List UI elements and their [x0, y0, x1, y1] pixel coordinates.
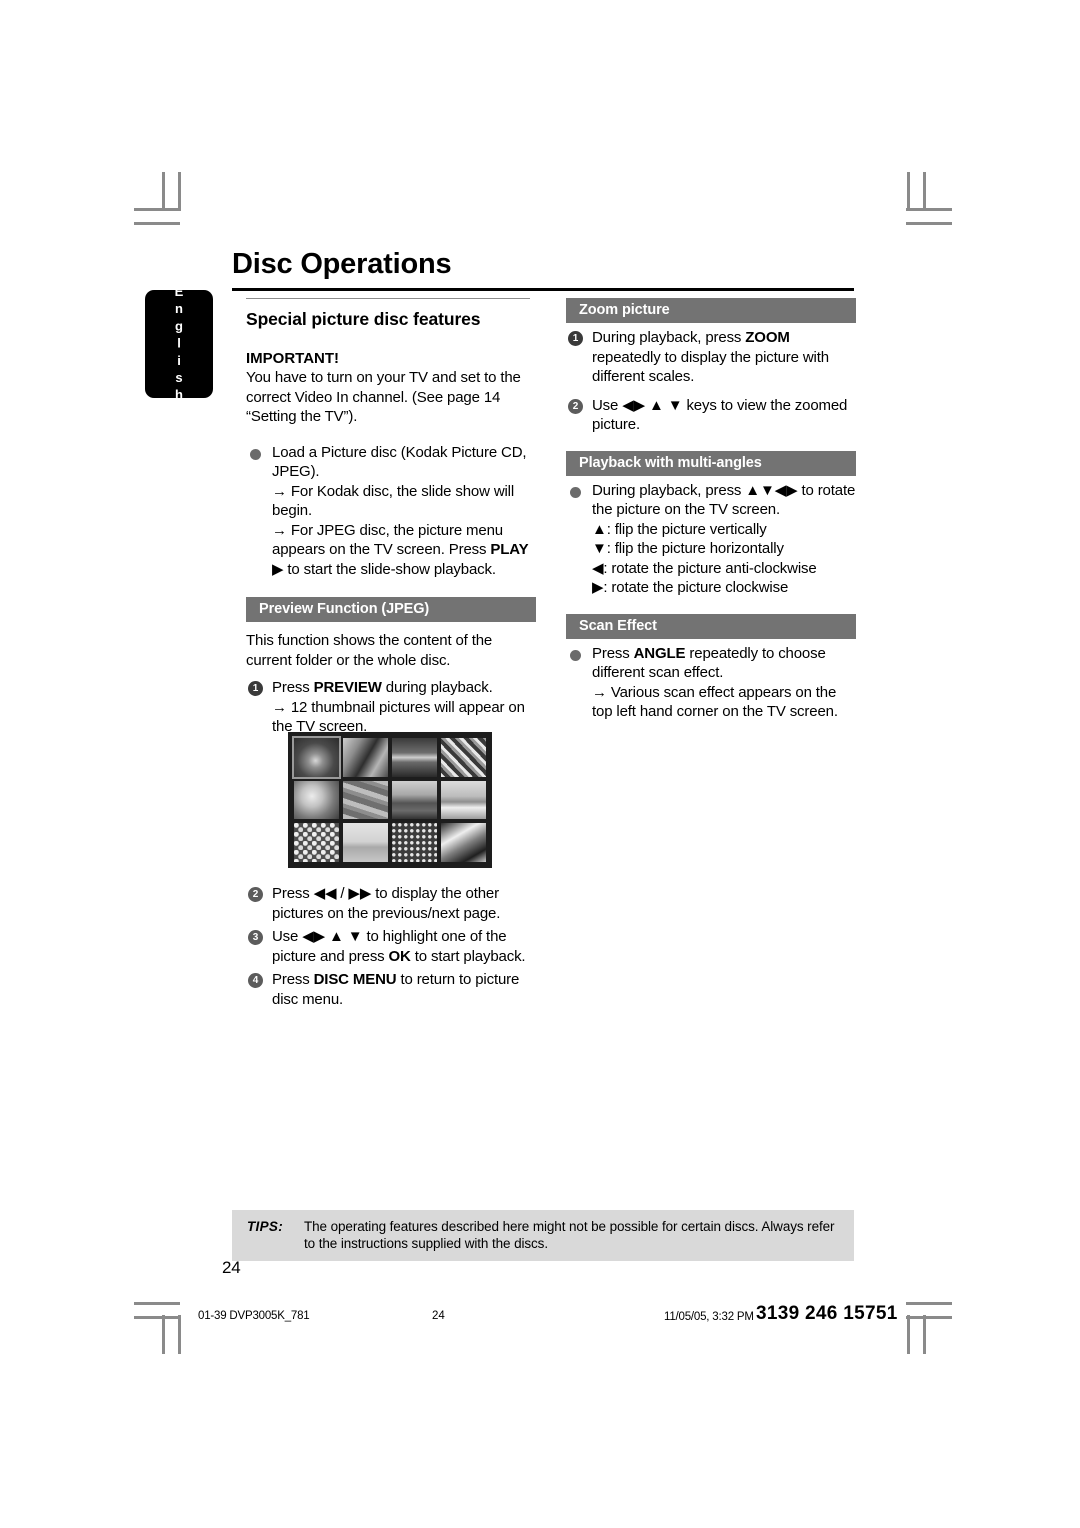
- printer-footer-code: 3139 246 15751: [756, 1303, 898, 1324]
- multi-angles-line-down: ▼: flip the picture horizontally: [592, 540, 784, 557]
- thumbnail-item: [343, 738, 388, 777]
- thumbnail-grid-screenshot: [288, 732, 492, 868]
- thumbnail-item: [441, 738, 486, 777]
- load-disc-note-jpeg-before: → For JPEG disc, the picture menu appear…: [272, 521, 503, 559]
- step-number-2: 2: [248, 887, 263, 902]
- title-divider: [232, 288, 854, 291]
- page-number: 24: [222, 1258, 241, 1277]
- load-disc-note-kodak: → For Kodak disc, the slide show will be…: [272, 482, 515, 520]
- tips-label: TIPS:: [247, 1219, 284, 1234]
- thumbnail-item: [343, 823, 388, 862]
- bullet-dot-icon: [250, 448, 261, 460]
- numbered-step-preview-3: 3 Use ◀▶ ▲ ▼ to highlight one of the pic…: [246, 927, 532, 966]
- thumbnail-item: [392, 738, 437, 777]
- left-column-steps: 2 Press ◀◀ / ▶▶ to display the other pic…: [246, 880, 532, 1009]
- section-divider: [246, 298, 530, 299]
- list-item-multi-angles: During playback, press ▲▼◀▶ to rotate th…: [566, 481, 856, 598]
- thumbnail-item: [294, 780, 339, 820]
- load-disc-note-jpeg-after: ▶ to start the slide-show playback.: [272, 560, 496, 578]
- step-1-note: → 12 thumbnail pictures will appear on t…: [272, 698, 525, 736]
- section-bar-zoom-picture: Zoom picture: [566, 298, 856, 323]
- bullet-dot-icon: [570, 486, 581, 498]
- step-number-3: 3: [248, 930, 263, 945]
- step-number-1: 1: [248, 681, 263, 696]
- step-4-before: Press: [272, 971, 314, 988]
- numbered-step-preview-4: 4 Press DISC MENU to return to picture d…: [246, 970, 532, 1009]
- printer-footer-filename: 01-39 DVP3005K_781: [198, 1310, 310, 1322]
- section-bar-preview-function: Preview Function (JPEG): [246, 597, 536, 622]
- zoom-step-2-text: Use ◀▶ ▲ ▼ keys to view the zoomed pictu…: [592, 396, 848, 434]
- zoom-step-1-before: During playback, press: [592, 329, 746, 346]
- important-heading: IMPORTANT!: [246, 350, 340, 367]
- thumbnail-item: [294, 823, 339, 862]
- section-bar-scan-effect: Scan Effect: [566, 613, 856, 639]
- numbered-step-zoom-1: 1 During playback, press ZOOM repeatedly…: [566, 328, 856, 387]
- important-body: You have to turn on your TV and set to t…: [246, 369, 521, 425]
- step-1-before: Press: [272, 679, 314, 696]
- step-3-after: to start playback.: [410, 947, 526, 965]
- numbered-step-zoom-2: 2 Use ◀▶ ▲ ▼ keys to view the zoomed pic…: [566, 396, 856, 435]
- language-tab-label: English: [171, 283, 187, 405]
- load-disc-note-jpeg: → For JPEG disc, the picture menu appear…: [272, 521, 532, 580]
- language-tab: English: [145, 283, 213, 405]
- zoom-step-number-1: 1: [568, 331, 583, 346]
- list-item-load-disc: Load a Picture disc (Kodak Picture CD, J…: [246, 443, 532, 580]
- printer-footer-page: 24: [432, 1310, 445, 1322]
- ok-key-label: OK: [388, 947, 411, 965]
- zoom-key-label: ZOOM: [745, 329, 790, 346]
- preview-intro-text: This function shows the content of the c…: [246, 632, 493, 669]
- step-1-after: during playback.: [381, 679, 493, 696]
- multi-angles-line-left: ◀: rotate the picture anti-clockwise: [592, 559, 817, 577]
- multi-angles-body: During playback, press ▲▼◀▶ to rotate th…: [592, 481, 856, 519]
- multi-angles-line-right: ▶: rotate the picture clockwise: [592, 579, 789, 596]
- step-number-4: 4: [248, 973, 263, 988]
- zoom-step-1-after: repeatedly to display the picture with d…: [592, 348, 829, 386]
- scan-effect-note: → Various scan effect appears on the top…: [592, 683, 838, 721]
- tips-band: TIPS: The operating features described h…: [232, 1210, 854, 1261]
- bullet-dot-icon: [570, 649, 581, 661]
- right-column: Zoom picture 1 During playback, press ZO…: [566, 298, 856, 722]
- play-key-label: PLAY: [490, 541, 529, 558]
- thumbnail-item: [343, 780, 388, 820]
- disc-menu-key-label: DISC MENU: [313, 971, 397, 988]
- thumbnail-item: [392, 823, 437, 862]
- zoom-step-number-2: 2: [568, 398, 583, 414]
- multi-angles-line-up: ▲: flip the picture vertically: [592, 520, 767, 538]
- preview-key-label: PREVIEW: [313, 679, 382, 696]
- section-bar-multi-angles: Playback with multi-angles: [566, 450, 856, 476]
- thumbnail-item: [392, 780, 437, 820]
- step-2-text: Press ◀◀ / ▶▶ to display the other pictu…: [272, 885, 501, 922]
- numbered-step-preview-1: 1 Press PREVIEW during playback. → 12 th…: [246, 678, 532, 737]
- thumbnail-item: [441, 823, 486, 862]
- list-item-scan-effect: Press ANGLE repeatedly to choose differe…: [566, 644, 856, 722]
- page-title: Disc Operations: [232, 248, 452, 280]
- thumbnail-grid: [292, 736, 486, 862]
- section-heading-special-picture: Special picture disc features: [246, 309, 481, 329]
- tips-text: The operating features described here mi…: [304, 1219, 835, 1251]
- left-column: Special picture disc features IMPORTANT!…: [246, 298, 536, 737]
- thumbnail-item: [292, 736, 341, 779]
- angle-key-label: ANGLE: [633, 644, 686, 662]
- numbered-step-preview-2: 2 Press ◀◀ / ▶▶ to display the other pic…: [246, 884, 532, 923]
- thumbnail-item: [441, 780, 486, 820]
- scan-effect-before: Press: [592, 644, 634, 662]
- printer-footer-date: 11/05/05, 3:32 PM: [664, 1311, 754, 1323]
- load-disc-text: Load a Picture disc (Kodak Picture CD, J…: [272, 443, 527, 481]
- manual-page: Disc Operations English Special picture …: [0, 0, 1080, 1528]
